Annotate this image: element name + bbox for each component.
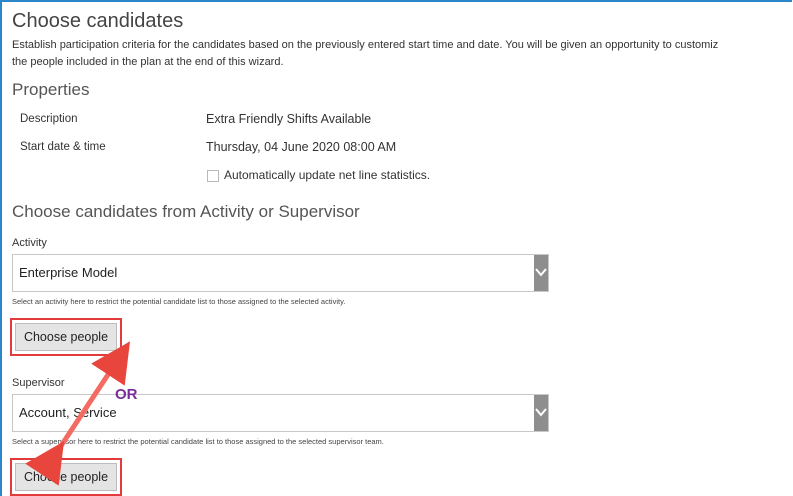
annotation-arrow <box>25 341 131 486</box>
or-annotation: OR <box>115 386 138 403</box>
